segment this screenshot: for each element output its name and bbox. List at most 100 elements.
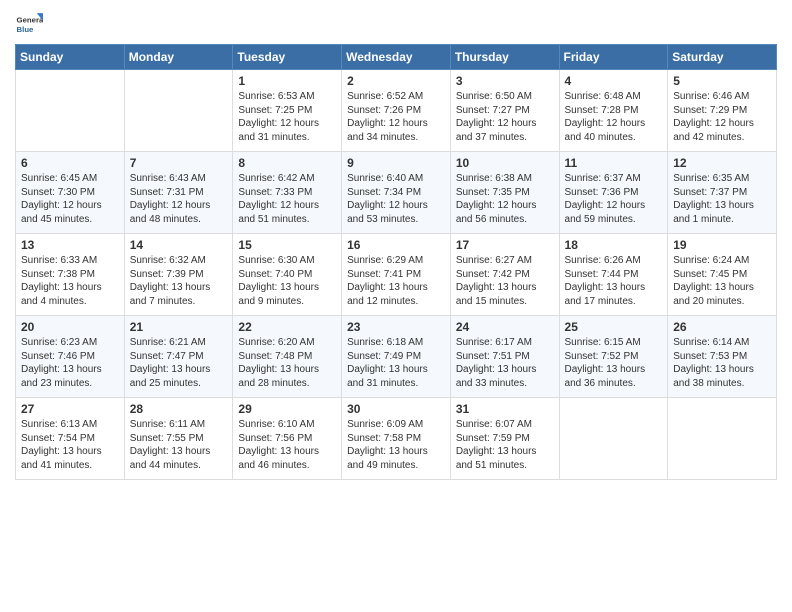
calendar-cell: 28 Sunrise: 6:11 AM Sunset: 7:55 PM Dayli…	[124, 398, 233, 480]
calendar-cell: 23 Sunrise: 6:18 AM Sunset: 7:49 PM Dayli…	[342, 316, 451, 398]
day-info: Sunrise: 6:10 AM Sunset: 7:56 PM Dayligh…	[238, 418, 336, 472]
day-info: Sunrise: 6:11 AM Sunset: 7:55 PM Dayligh…	[130, 418, 228, 472]
day-info: Sunrise: 6:46 AM Sunset: 7:29 PM Dayligh…	[673, 90, 771, 144]
calendar-cell: 27 Sunrise: 6:13 AM Sunset: 7:54 PM Dayli…	[16, 398, 125, 480]
day-info: Sunrise: 6:33 AM Sunset: 7:38 PM Dayligh…	[21, 254, 119, 308]
day-info: Sunrise: 6:24 AM Sunset: 7:45 PM Dayligh…	[673, 254, 771, 308]
calendar-cell	[16, 70, 125, 152]
calendar-cell: 31Sunrise: 6:07 AM Sunset: 7:59 PM Dayli…	[450, 398, 559, 480]
day-info: Sunrise: 6:21 AM Sunset: 7:47 PM Dayligh…	[130, 336, 228, 390]
day-number: 17	[456, 238, 554, 252]
calendar-cell: 22 Sunrise: 6:20 AM Sunset: 7:48 PM Dayli…	[233, 316, 342, 398]
day-number: 23	[347, 320, 445, 334]
calendar-cell: 25 Sunrise: 6:15 AM Sunset: 7:52 PM Dayli…	[559, 316, 668, 398]
day-info: Sunrise: 6:40 AM Sunset: 7:34 PM Dayligh…	[347, 172, 445, 226]
calendar-cell: 24Sunrise: 6:17 AM Sunset: 7:51 PM Dayli…	[450, 316, 559, 398]
day-number: 10	[456, 156, 554, 170]
calendar-cell: 2Sunrise: 6:52 AM Sunset: 7:26 PM Daylig…	[342, 70, 451, 152]
day-info: Sunrise: 6:09 AM Sunset: 7:58 PM Dayligh…	[347, 418, 445, 472]
calendar-cell	[124, 70, 233, 152]
day-number: 18	[565, 238, 663, 252]
day-info: Sunrise: 6:18 AM Sunset: 7:49 PM Dayligh…	[347, 336, 445, 390]
day-number: 4	[565, 74, 663, 88]
weekday-header-row: SundayMondayTuesdayWednesdayThursdayFrid…	[16, 45, 777, 70]
day-info: Sunrise: 6:15 AM Sunset: 7:52 PM Dayligh…	[565, 336, 663, 390]
day-number: 15	[238, 238, 336, 252]
day-info: Sunrise: 6:29 AM Sunset: 7:41 PM Dayligh…	[347, 254, 445, 308]
day-number: 9	[347, 156, 445, 170]
day-number: 2	[347, 74, 445, 88]
day-info: Sunrise: 6:50 AM Sunset: 7:27 PM Dayligh…	[456, 90, 554, 144]
day-number: 30	[347, 402, 445, 416]
day-number: 22	[238, 320, 336, 334]
calendar-cell: 13 Sunrise: 6:33 AM Sunset: 7:38 PM Dayli…	[16, 234, 125, 316]
calendar-cell: 5 Sunrise: 6:46 AM Sunset: 7:29 PM Daylig…	[668, 70, 777, 152]
calendar-cell: 7 Sunrise: 6:43 AM Sunset: 7:31 PM Daylig…	[124, 152, 233, 234]
day-info: Sunrise: 6:27 AM Sunset: 7:42 PM Dayligh…	[456, 254, 554, 308]
day-number: 28	[130, 402, 228, 416]
calendar-cell: 11Sunrise: 6:37 AM Sunset: 7:36 PM Dayli…	[559, 152, 668, 234]
day-info: Sunrise: 6:45 AM Sunset: 7:30 PM Dayligh…	[21, 172, 119, 226]
calendar-cell: 26 Sunrise: 6:14 AM Sunset: 7:53 PM Dayli…	[668, 316, 777, 398]
calendar-cell: 15 Sunrise: 6:30 AM Sunset: 7:40 PM Dayli…	[233, 234, 342, 316]
weekday-header-tuesday: Tuesday	[233, 45, 342, 70]
day-number: 26	[673, 320, 771, 334]
day-info: Sunrise: 6:42 AM Sunset: 7:33 PM Dayligh…	[238, 172, 336, 226]
weekday-header-sunday: Sunday	[16, 45, 125, 70]
day-number: 1	[238, 74, 336, 88]
week-row-2: 6 Sunrise: 6:45 AM Sunset: 7:30 PM Daylig…	[16, 152, 777, 234]
day-number: 13	[21, 238, 119, 252]
day-info: Sunrise: 6:17 AM Sunset: 7:51 PM Dayligh…	[456, 336, 554, 390]
calendar-table: SundayMondayTuesdayWednesdayThursdayFrid…	[15, 44, 777, 480]
day-info: Sunrise: 6:48 AM Sunset: 7:28 PM Dayligh…	[565, 90, 663, 144]
calendar-cell: 19 Sunrise: 6:24 AM Sunset: 7:45 PM Dayli…	[668, 234, 777, 316]
logo-icon: General Blue	[15, 10, 43, 38]
calendar-cell: 9 Sunrise: 6:40 AM Sunset: 7:34 PM Daylig…	[342, 152, 451, 234]
week-row-4: 20 Sunrise: 6:23 AM Sunset: 7:46 PM Dayli…	[16, 316, 777, 398]
day-number: 16	[347, 238, 445, 252]
day-number: 31	[456, 402, 554, 416]
day-info: Sunrise: 6:43 AM Sunset: 7:31 PM Dayligh…	[130, 172, 228, 226]
day-info: Sunrise: 6:38 AM Sunset: 7:35 PM Dayligh…	[456, 172, 554, 226]
calendar-cell: 17 Sunrise: 6:27 AM Sunset: 7:42 PM Dayli…	[450, 234, 559, 316]
day-info: Sunrise: 6:35 AM Sunset: 7:37 PM Dayligh…	[673, 172, 771, 226]
weekday-header-thursday: Thursday	[450, 45, 559, 70]
calendar-cell: 16 Sunrise: 6:29 AM Sunset: 7:41 PM Dayli…	[342, 234, 451, 316]
calendar-cell: 21 Sunrise: 6:21 AM Sunset: 7:47 PM Dayli…	[124, 316, 233, 398]
weekday-header-friday: Friday	[559, 45, 668, 70]
week-row-5: 27 Sunrise: 6:13 AM Sunset: 7:54 PM Dayli…	[16, 398, 777, 480]
day-number: 7	[130, 156, 228, 170]
weekday-header-saturday: Saturday	[668, 45, 777, 70]
day-info: Sunrise: 6:14 AM Sunset: 7:53 PM Dayligh…	[673, 336, 771, 390]
calendar-cell: 29Sunrise: 6:10 AM Sunset: 7:56 PM Dayli…	[233, 398, 342, 480]
day-info: Sunrise: 6:30 AM Sunset: 7:40 PM Dayligh…	[238, 254, 336, 308]
calendar-cell	[559, 398, 668, 480]
day-number: 25	[565, 320, 663, 334]
calendar-cell: 10 Sunrise: 6:38 AM Sunset: 7:35 PM Dayli…	[450, 152, 559, 234]
day-number: 6	[21, 156, 119, 170]
day-number: 14	[130, 238, 228, 252]
day-info: Sunrise: 6:32 AM Sunset: 7:39 PM Dayligh…	[130, 254, 228, 308]
day-info: Sunrise: 6:23 AM Sunset: 7:46 PM Dayligh…	[21, 336, 119, 390]
calendar-cell: 8Sunrise: 6:42 AM Sunset: 7:33 PM Daylig…	[233, 152, 342, 234]
calendar-cell: 6 Sunrise: 6:45 AM Sunset: 7:30 PM Daylig…	[16, 152, 125, 234]
calendar-cell	[668, 398, 777, 480]
day-number: 12	[673, 156, 771, 170]
day-number: 21	[130, 320, 228, 334]
logo: General Blue	[15, 10, 43, 38]
week-row-3: 13 Sunrise: 6:33 AM Sunset: 7:38 PM Dayli…	[16, 234, 777, 316]
calendar-page: General Blue SundayMondayTuesdayWednesda…	[0, 0, 792, 612]
day-number: 20	[21, 320, 119, 334]
weekday-header-wednesday: Wednesday	[342, 45, 451, 70]
day-number: 5	[673, 74, 771, 88]
day-info: Sunrise: 6:53 AM Sunset: 7:25 PM Dayligh…	[238, 90, 336, 144]
day-number: 27	[21, 402, 119, 416]
day-info: Sunrise: 6:20 AM Sunset: 7:48 PM Dayligh…	[238, 336, 336, 390]
calendar-cell: 12 Sunrise: 6:35 AM Sunset: 7:37 PM Dayli…	[668, 152, 777, 234]
svg-text:General: General	[17, 15, 43, 24]
day-info: Sunrise: 6:37 AM Sunset: 7:36 PM Dayligh…	[565, 172, 663, 226]
day-number: 19	[673, 238, 771, 252]
day-info: Sunrise: 6:13 AM Sunset: 7:54 PM Dayligh…	[21, 418, 119, 472]
calendar-cell: 20 Sunrise: 6:23 AM Sunset: 7:46 PM Dayli…	[16, 316, 125, 398]
header: General Blue	[15, 10, 777, 38]
